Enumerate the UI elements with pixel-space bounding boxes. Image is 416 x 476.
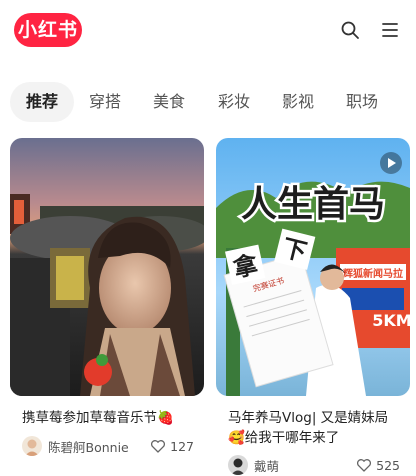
heart-icon[interactable] <box>356 457 372 473</box>
tab-outfit[interactable]: 穿搭 <box>89 82 121 122</box>
card-cover-image[interactable] <box>10 138 204 396</box>
author-name: 戴萌 <box>254 458 280 474</box>
category-tabs: 推荐 穿搭 美食 彩妆 影视 职场 <box>0 82 416 122</box>
author-info[interactable]: 陈碧舸Bonnie <box>22 435 129 457</box>
tab-recommend[interactable]: 推荐 <box>10 82 75 122</box>
cover-distance-text: 5KM <box>372 311 410 330</box>
card-title[interactable]: 携草莓参加草莓音乐节🍓 <box>22 408 198 428</box>
tab-makeup[interactable]: 彩妆 <box>218 82 250 122</box>
top-bar: 小红书 <box>0 0 416 64</box>
menu-icon[interactable] <box>380 20 400 40</box>
feed-card[interactable]: 携草莓参加草莓音乐节🍓 陈碧舸Bonnie 127 <box>10 138 204 476</box>
search-icon[interactable] <box>340 20 360 40</box>
tab-film[interactable]: 影视 <box>282 82 314 122</box>
like-counter[interactable]: 127 <box>150 435 194 457</box>
cover-banner-text: 辉狐新闻马拉 <box>343 267 403 280</box>
like-counter[interactable]: 525 <box>356 454 400 476</box>
author-name: 陈碧舸Bonnie <box>48 439 129 455</box>
card-cover-image[interactable]: 辉狐新闻马拉 5KM 完赛证书 人生首马 拿 下 <box>216 138 410 396</box>
author-info[interactable]: 戴萌 <box>228 454 279 476</box>
avatar[interactable] <box>228 455 248 475</box>
heart-icon[interactable] <box>150 438 166 454</box>
app-logo[interactable]: 小红书 <box>14 13 82 47</box>
like-count: 127 <box>170 438 194 454</box>
like-count: 525 <box>376 457 400 473</box>
tab-food[interactable]: 美食 <box>153 82 185 122</box>
feed-card[interactable]: 辉狐新闻马拉 5KM 完赛证书 人生首马 拿 下 马年养马Vlog| 又是婧妹局… <box>216 138 410 476</box>
tab-career[interactable]: 职场 <box>346 82 378 122</box>
video-play-icon <box>380 152 402 174</box>
cover-headline-text: 人生首马 <box>241 184 385 225</box>
avatar[interactable] <box>22 436 42 456</box>
card-title[interactable]: 马年养马Vlog| 又是婧妹局🥰给我干哪年来了 <box>228 408 404 448</box>
